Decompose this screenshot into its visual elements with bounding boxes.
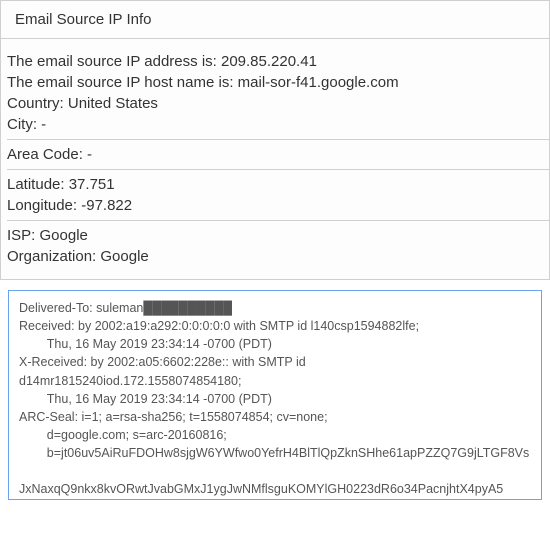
isp-line: ISP: Google	[7, 227, 549, 244]
raw-email-header-textarea[interactable]	[8, 290, 542, 500]
country-line: Country: United States	[7, 95, 549, 112]
longitude-line: Longitude: -97.822	[7, 197, 549, 214]
divider	[7, 220, 549, 221]
divider	[7, 139, 549, 140]
panel-title: Email Source IP Info	[15, 11, 535, 28]
ip-info-panel: The email source IP address is: 209.85.2…	[0, 39, 550, 280]
organization-line: Organization: Google	[7, 248, 549, 265]
hostname-line: The email source IP host name is: mail-s…	[7, 74, 549, 91]
raw-header-container	[0, 280, 550, 503]
ip-address-line: The email source IP address is: 209.85.2…	[7, 53, 549, 70]
header-panel: Email Source IP Info	[0, 0, 550, 39]
area-code-line: Area Code: -	[7, 146, 549, 163]
city-line: City: -	[7, 116, 549, 133]
latitude-line: Latitude: 37.751	[7, 176, 549, 193]
divider	[7, 169, 549, 170]
